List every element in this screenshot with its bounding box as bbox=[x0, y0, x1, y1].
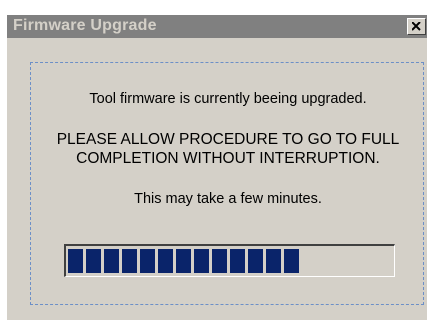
progress-segment bbox=[86, 249, 101, 273]
progress-bar bbox=[64, 244, 395, 277]
progress-segment bbox=[230, 249, 245, 273]
close-button[interactable] bbox=[407, 18, 426, 35]
progress-segment bbox=[194, 249, 209, 273]
status-message: Tool firmware is currently beeing upgrad… bbox=[89, 91, 367, 107]
progress-segment bbox=[248, 249, 263, 273]
progress-segment bbox=[212, 249, 227, 273]
progress-fill bbox=[68, 249, 393, 273]
progress-segment bbox=[158, 249, 173, 273]
progress-segment bbox=[284, 249, 299, 273]
warning-line-1: PLEASE ALLOW PROCEDURE TO GO TO FULL bbox=[56, 131, 400, 148]
progress-segment bbox=[122, 249, 137, 273]
progress-segment bbox=[176, 249, 191, 273]
title-bar[interactable]: Firmware Upgrade bbox=[7, 15, 427, 38]
progress-segment bbox=[266, 249, 281, 273]
progress-segment bbox=[140, 249, 155, 273]
progress-segment bbox=[68, 249, 83, 273]
close-icon bbox=[412, 22, 421, 31]
progress-segment bbox=[104, 249, 119, 273]
duration-message: This may take a few minutes. bbox=[134, 191, 322, 207]
window-title: Firmware Upgrade bbox=[13, 17, 157, 34]
warning-line-2: COMPLETION WITHOUT INTERRUPTION. bbox=[76, 150, 380, 167]
warning-message: PLEASE ALLOW PROCEDURE TO GO TO FULL COM… bbox=[31, 130, 425, 168]
firmware-upgrade-dialog: Firmware Upgrade Tool firmware is curren… bbox=[6, 14, 427, 320]
